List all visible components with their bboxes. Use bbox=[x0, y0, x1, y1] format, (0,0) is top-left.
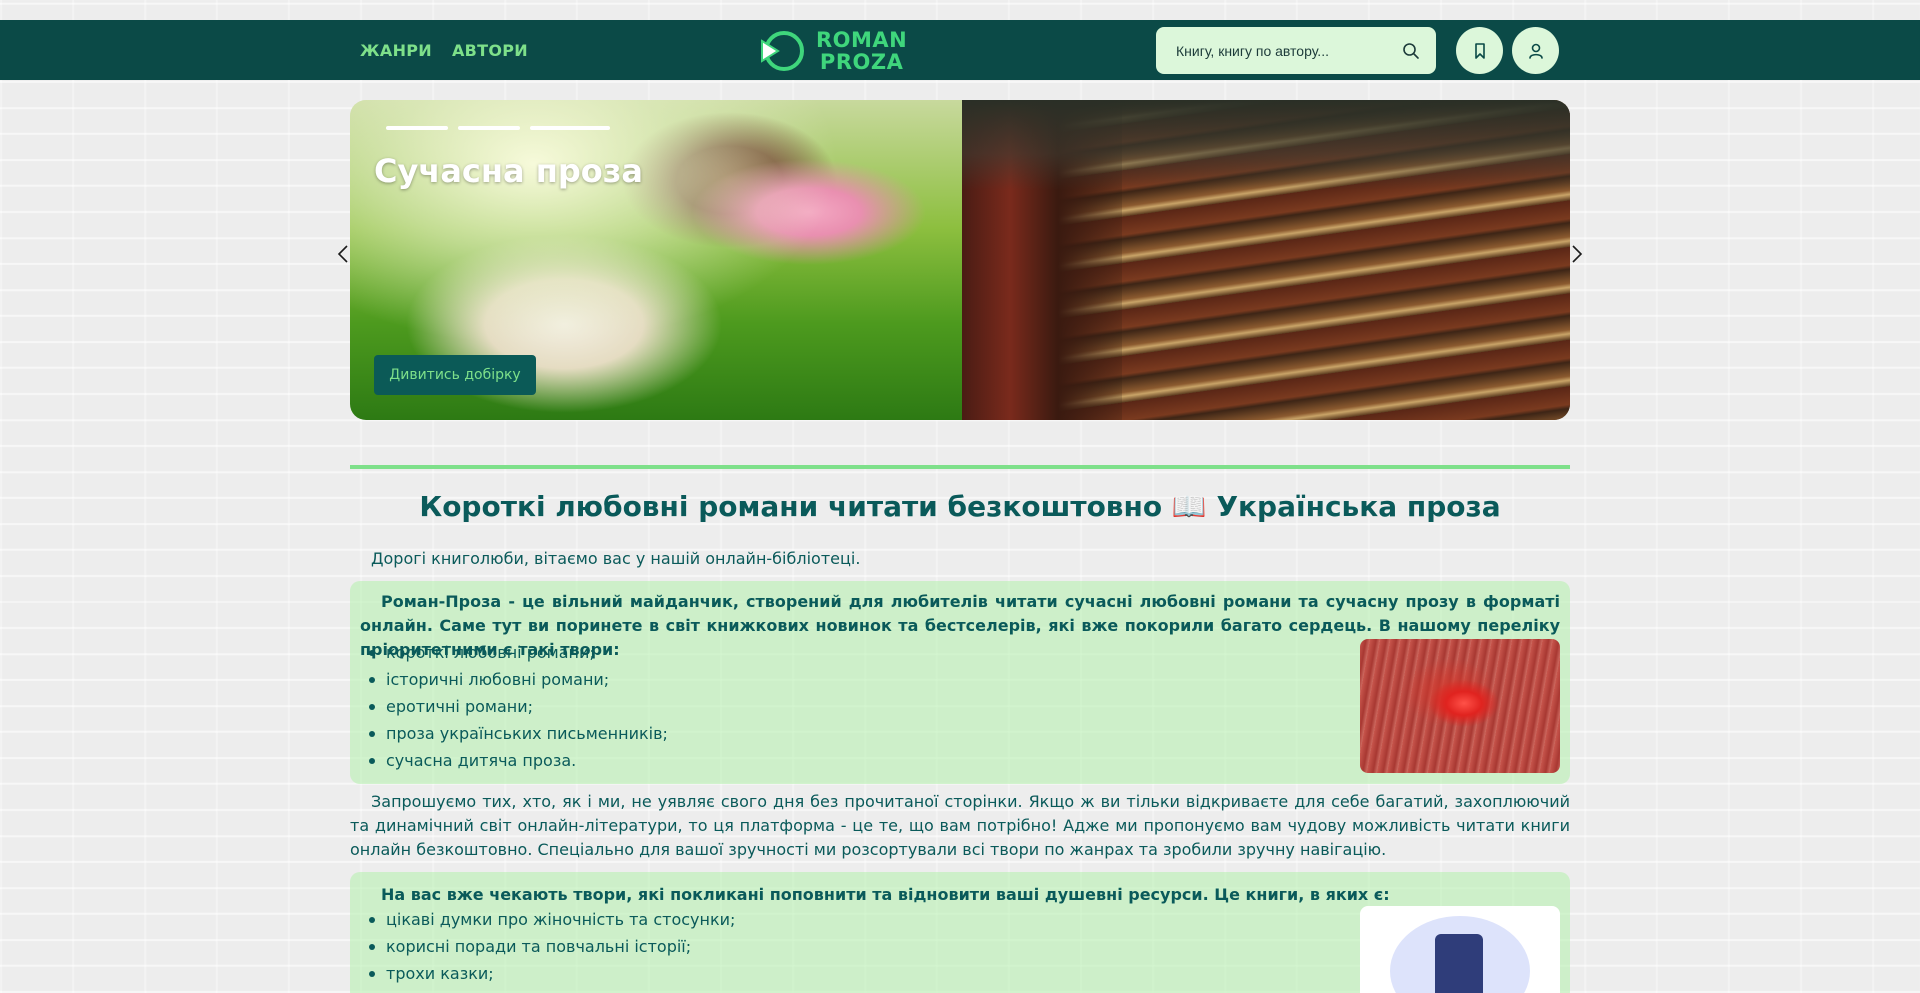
hero-title: Сучасна проза bbox=[374, 152, 643, 190]
bookmarks-button[interactable] bbox=[1456, 27, 1503, 74]
account-button[interactable] bbox=[1512, 27, 1559, 74]
invitation-paragraph: Запрошуємо тих, хто, як і ми, не уявляє … bbox=[350, 792, 1570, 859]
carousel-next-arrow-icon[interactable] bbox=[1570, 244, 1584, 264]
list-item: проза українських письменників; bbox=[369, 720, 668, 747]
reading-app-illustration bbox=[1360, 906, 1560, 993]
top-navbar: ЖАНРИ АВТОРИ ROMAN PROZA bbox=[0, 20, 1920, 80]
search-input[interactable] bbox=[1176, 42, 1402, 59]
list-item: короткі любовні романи; bbox=[369, 639, 668, 666]
carousel-indicator[interactable] bbox=[530, 126, 610, 130]
search-box bbox=[1156, 27, 1436, 74]
carousel-indicators bbox=[386, 126, 610, 130]
benefits-panel: На вас вже чекають твори, які покликані … bbox=[350, 872, 1570, 993]
logo-mark-icon bbox=[761, 31, 804, 71]
section-divider bbox=[350, 465, 1570, 469]
intro-panel: Роман-Проза - це вільний майданчик, ство… bbox=[350, 581, 1570, 784]
nav-authors-link[interactable]: АВТОРИ bbox=[452, 41, 528, 60]
carousel-indicator[interactable] bbox=[458, 126, 520, 130]
greeting-text: Дорогі книголюби, вітаємо вас у нашій он… bbox=[371, 549, 861, 568]
list-item: цікаві думки про жіночність та стосунки; bbox=[368, 906, 735, 933]
list-item: сучасна дитяча проза. bbox=[369, 747, 668, 774]
book-heart-image bbox=[1360, 639, 1560, 773]
search-icon[interactable] bbox=[1402, 42, 1420, 60]
hero-image-book-stack bbox=[962, 100, 1570, 420]
list-item: трохи казки; bbox=[368, 960, 735, 987]
list-item: корисні поради та повчальні історії; bbox=[368, 933, 735, 960]
genre-list: короткі любовні романи; історичні любовн… bbox=[369, 639, 668, 774]
hero-carousel[interactable]: Сучасна проза Дивитись добірку bbox=[350, 100, 1570, 420]
benefits-lead-text: На вас вже чекають твори, які покликані … bbox=[381, 885, 1390, 904]
logo-wordmark: ROMAN PROZA bbox=[816, 29, 907, 73]
logo-line-2: PROZA bbox=[819, 50, 904, 74]
view-collection-button[interactable]: Дивитись добірку bbox=[374, 355, 536, 395]
carousel-prev-arrow-icon[interactable] bbox=[336, 244, 350, 264]
carousel-indicator[interactable] bbox=[386, 126, 448, 130]
user-icon bbox=[1528, 43, 1543, 59]
page-title: Короткі любовні романи читати безкоштовн… bbox=[419, 490, 1501, 523]
bookmark-icon bbox=[1474, 42, 1485, 59]
benefits-list: цікаві думки про жіночність та стосунки;… bbox=[368, 906, 735, 987]
list-item: історичні любовні романи; bbox=[369, 666, 668, 693]
nav-genres-link[interactable]: ЖАНРИ bbox=[360, 41, 432, 60]
list-item: еротичні романи; bbox=[369, 693, 668, 720]
site-logo[interactable]: ROMAN PROZA bbox=[756, 28, 907, 74]
logo-line-1: ROMAN bbox=[816, 28, 908, 52]
hero-image-girl-reading: Сучасна проза Дивитись добірку bbox=[350, 100, 962, 420]
main-nav: ЖАНРИ АВТОРИ bbox=[360, 20, 528, 80]
